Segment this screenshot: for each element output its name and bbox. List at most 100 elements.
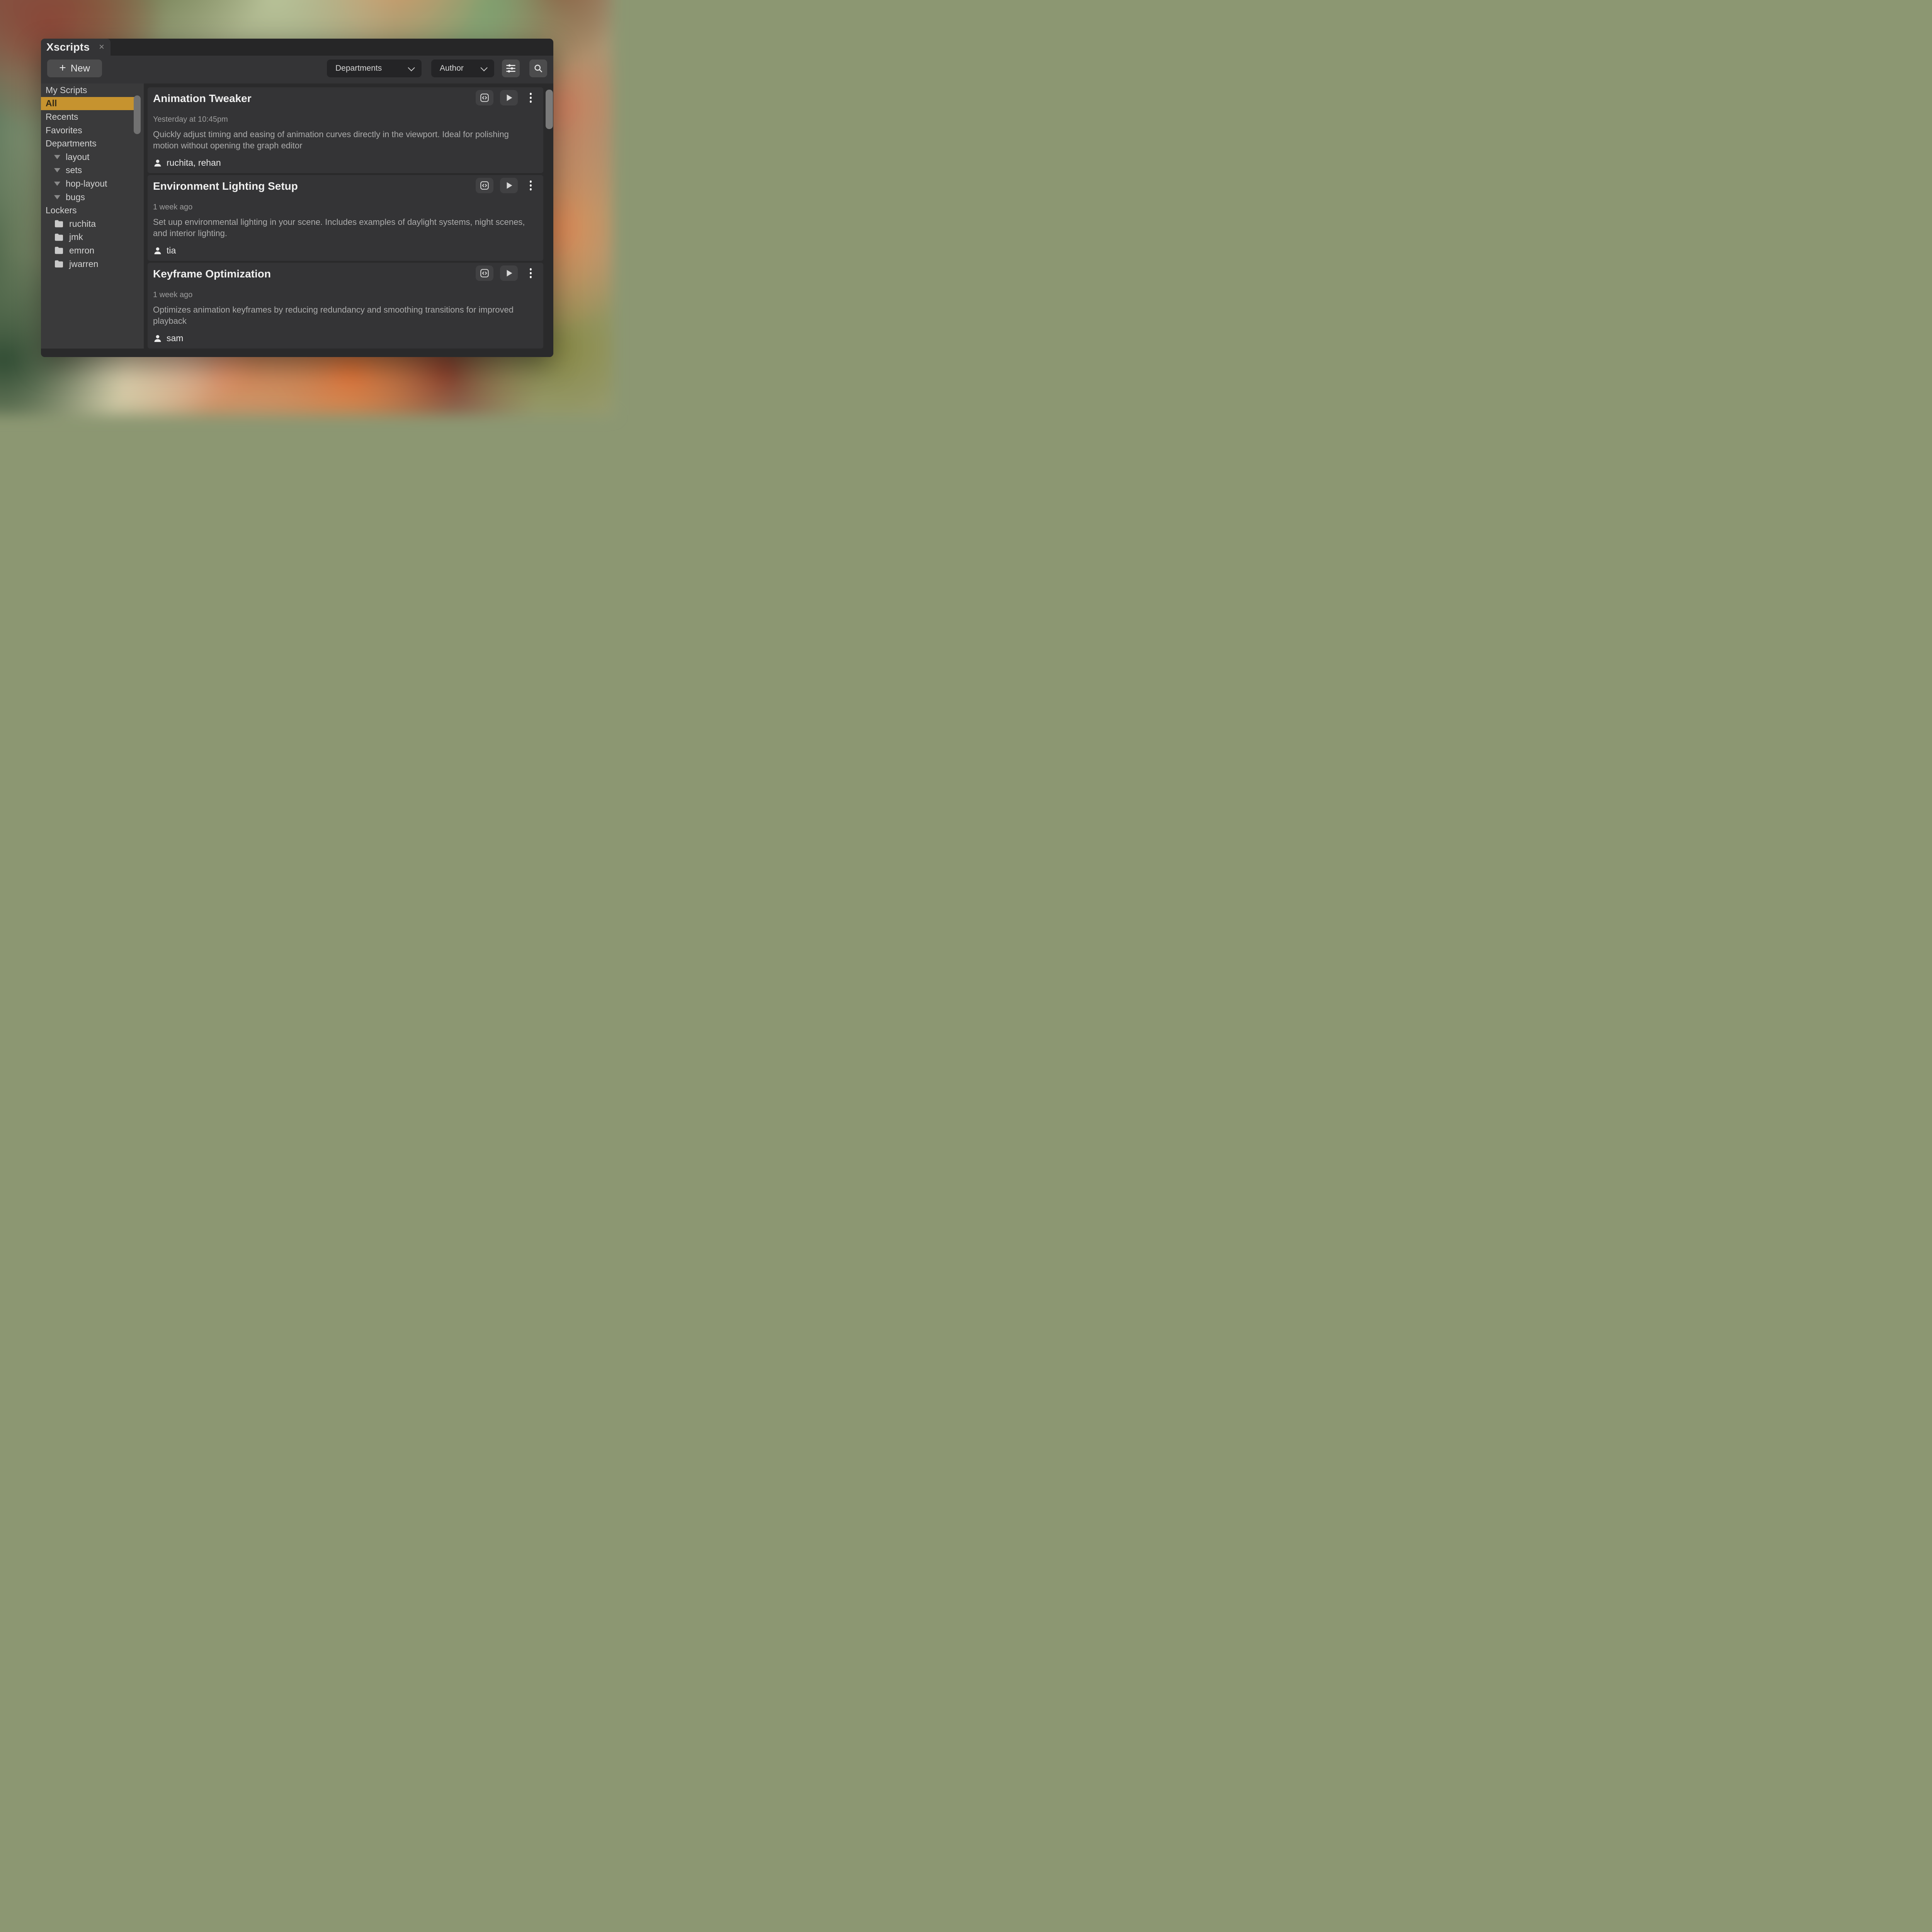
author-dropdown-label: Author bbox=[440, 64, 464, 73]
card-actions bbox=[476, 178, 533, 193]
tab-title: Xscripts bbox=[41, 41, 90, 53]
script-description: Set uup environmental lighting in your s… bbox=[153, 216, 526, 239]
folder-icon bbox=[54, 246, 64, 255]
script-author-names: tia bbox=[167, 245, 176, 256]
script-timestamp: Yesterday at 10:45pm bbox=[153, 115, 228, 124]
code-button[interactable] bbox=[476, 90, 493, 105]
sidebar-item-label: jmk bbox=[69, 232, 83, 242]
code-box-icon bbox=[480, 268, 490, 278]
sidebar: My Scripts All Recents Favorites Departm… bbox=[41, 83, 144, 349]
script-description: Quickly adjust timing and easing of anim… bbox=[153, 129, 526, 151]
card-actions bbox=[476, 265, 533, 281]
code-button[interactable] bbox=[476, 265, 493, 281]
kebab-menu-icon[interactable] bbox=[528, 90, 533, 105]
script-title: Animation Tweaker bbox=[153, 92, 252, 105]
kebab-menu-icon[interactable] bbox=[528, 265, 533, 281]
sidebar-item-ruchita[interactable]: ruchita bbox=[41, 217, 136, 231]
author-dropdown[interactable]: Author bbox=[431, 60, 494, 77]
content-area: My Scripts All Recents Favorites Departm… bbox=[41, 83, 553, 357]
script-author-names: sam bbox=[167, 333, 183, 344]
new-button-label: New bbox=[71, 63, 90, 74]
code-box-icon bbox=[480, 180, 490, 190]
triangle-down-icon[interactable] bbox=[54, 195, 60, 199]
kebab-menu-icon[interactable] bbox=[528, 178, 533, 193]
list-scrollbar-thumb[interactable] bbox=[546, 90, 553, 129]
sidebar-item-label: Recents bbox=[46, 112, 78, 122]
filter-button[interactable] bbox=[502, 60, 520, 77]
folder-icon bbox=[54, 260, 64, 268]
script-card[interactable]: Animation Tweaker Yesterday at 10:45pm Q… bbox=[148, 87, 543, 173]
chevron-down-icon bbox=[408, 64, 415, 71]
tab-xscripts[interactable]: Xscripts × bbox=[41, 39, 111, 56]
toolbar: + New Departments Author bbox=[41, 56, 553, 83]
new-button[interactable]: + New bbox=[47, 60, 102, 77]
sidebar-item-label: sets bbox=[66, 165, 82, 175]
sidebar-item-recents[interactable]: Recents bbox=[41, 110, 136, 124]
close-icon[interactable]: × bbox=[99, 43, 104, 52]
script-timestamp: 1 week ago bbox=[153, 291, 192, 299]
sidebar-item-all[interactable]: All bbox=[41, 97, 136, 111]
sidebar-item-label: All bbox=[46, 98, 57, 109]
chevron-down-icon bbox=[480, 64, 487, 71]
sidebar-item-label: emron bbox=[69, 245, 94, 256]
sidebar-items: My Scripts All Recents Favorites Departm… bbox=[41, 83, 144, 270]
sidebar-item-layout[interactable]: layout bbox=[41, 150, 136, 164]
search-button[interactable] bbox=[529, 60, 547, 77]
code-button[interactable] bbox=[476, 178, 493, 193]
play-icon bbox=[504, 180, 514, 190]
sidebar-item-departments[interactable]: Departments bbox=[41, 137, 136, 150]
script-author-names: ruchita, rehan bbox=[167, 158, 221, 168]
sidebar-item-favorites[interactable]: Favorites bbox=[41, 124, 136, 137]
run-button[interactable] bbox=[500, 178, 518, 193]
sidebar-item-lockers[interactable]: Lockers bbox=[41, 204, 136, 217]
person-icon bbox=[153, 246, 162, 255]
sidebar-item-label: Lockers bbox=[46, 205, 77, 216]
sliders-icon bbox=[505, 63, 516, 74]
script-title: Keyframe Optimization bbox=[153, 268, 271, 280]
script-card[interactable]: Environment Lighting Setup 1 week ago Se… bbox=[148, 175, 543, 261]
sidebar-item-jwarren[interactable]: jwarren bbox=[41, 257, 136, 271]
code-box-icon bbox=[480, 93, 490, 103]
person-icon bbox=[153, 158, 162, 168]
card-actions bbox=[476, 90, 533, 105]
play-icon bbox=[504, 268, 514, 278]
sidebar-item-label: jwarren bbox=[69, 259, 98, 269]
script-authors: tia bbox=[153, 245, 176, 256]
triangle-down-icon[interactable] bbox=[54, 155, 60, 159]
triangle-down-icon[interactable] bbox=[54, 168, 60, 172]
script-card[interactable]: Keyframe Optimization 1 week ago Optimiz… bbox=[148, 263, 543, 349]
sidebar-item-bugs[interactable]: bugs bbox=[41, 190, 136, 204]
sidebar-item-jmk[interactable]: jmk bbox=[41, 231, 136, 244]
sidebar-item-label: hop-layout bbox=[66, 179, 107, 189]
sidebar-item-label: Departments bbox=[46, 138, 97, 149]
xscripts-window: Xscripts × + New Departments Author bbox=[41, 39, 553, 357]
triangle-down-icon[interactable] bbox=[54, 182, 60, 186]
script-timestamp: 1 week ago bbox=[153, 203, 192, 212]
sidebar-item-emron[interactable]: emron bbox=[41, 244, 136, 257]
play-icon bbox=[504, 93, 514, 103]
sidebar-scrollbar-thumb[interactable] bbox=[134, 95, 141, 134]
folder-icon bbox=[54, 233, 64, 242]
window-titlebar: Xscripts × bbox=[41, 39, 553, 56]
scripts-list: Animation Tweaker Yesterday at 10:45pm Q… bbox=[148, 83, 543, 350]
script-title: Environment Lighting Setup bbox=[153, 180, 298, 192]
run-button[interactable] bbox=[500, 265, 518, 281]
sidebar-item-sets[interactable]: sets bbox=[41, 164, 136, 177]
sidebar-item-my-scripts[interactable]: My Scripts bbox=[41, 83, 136, 97]
departments-dropdown-label: Departments bbox=[335, 64, 382, 73]
script-authors: ruchita, rehan bbox=[153, 158, 221, 168]
person-icon bbox=[153, 334, 162, 343]
sidebar-item-label: ruchita bbox=[69, 219, 96, 229]
sidebar-item-label: bugs bbox=[66, 192, 85, 202]
sidebar-item-hop-layout[interactable]: hop-layout bbox=[41, 177, 136, 190]
script-authors: sam bbox=[153, 333, 183, 344]
sidebar-item-label: My Scripts bbox=[46, 85, 87, 95]
script-description: Optimizes animation keyframes by reducin… bbox=[153, 304, 526, 327]
run-button[interactable] bbox=[500, 90, 518, 105]
search-icon bbox=[533, 63, 544, 74]
departments-dropdown[interactable]: Departments bbox=[327, 60, 422, 77]
sidebar-item-label: Favorites bbox=[46, 125, 82, 136]
sidebar-item-label: layout bbox=[66, 152, 89, 162]
folder-icon bbox=[54, 219, 64, 228]
plus-icon: + bbox=[59, 63, 66, 73]
